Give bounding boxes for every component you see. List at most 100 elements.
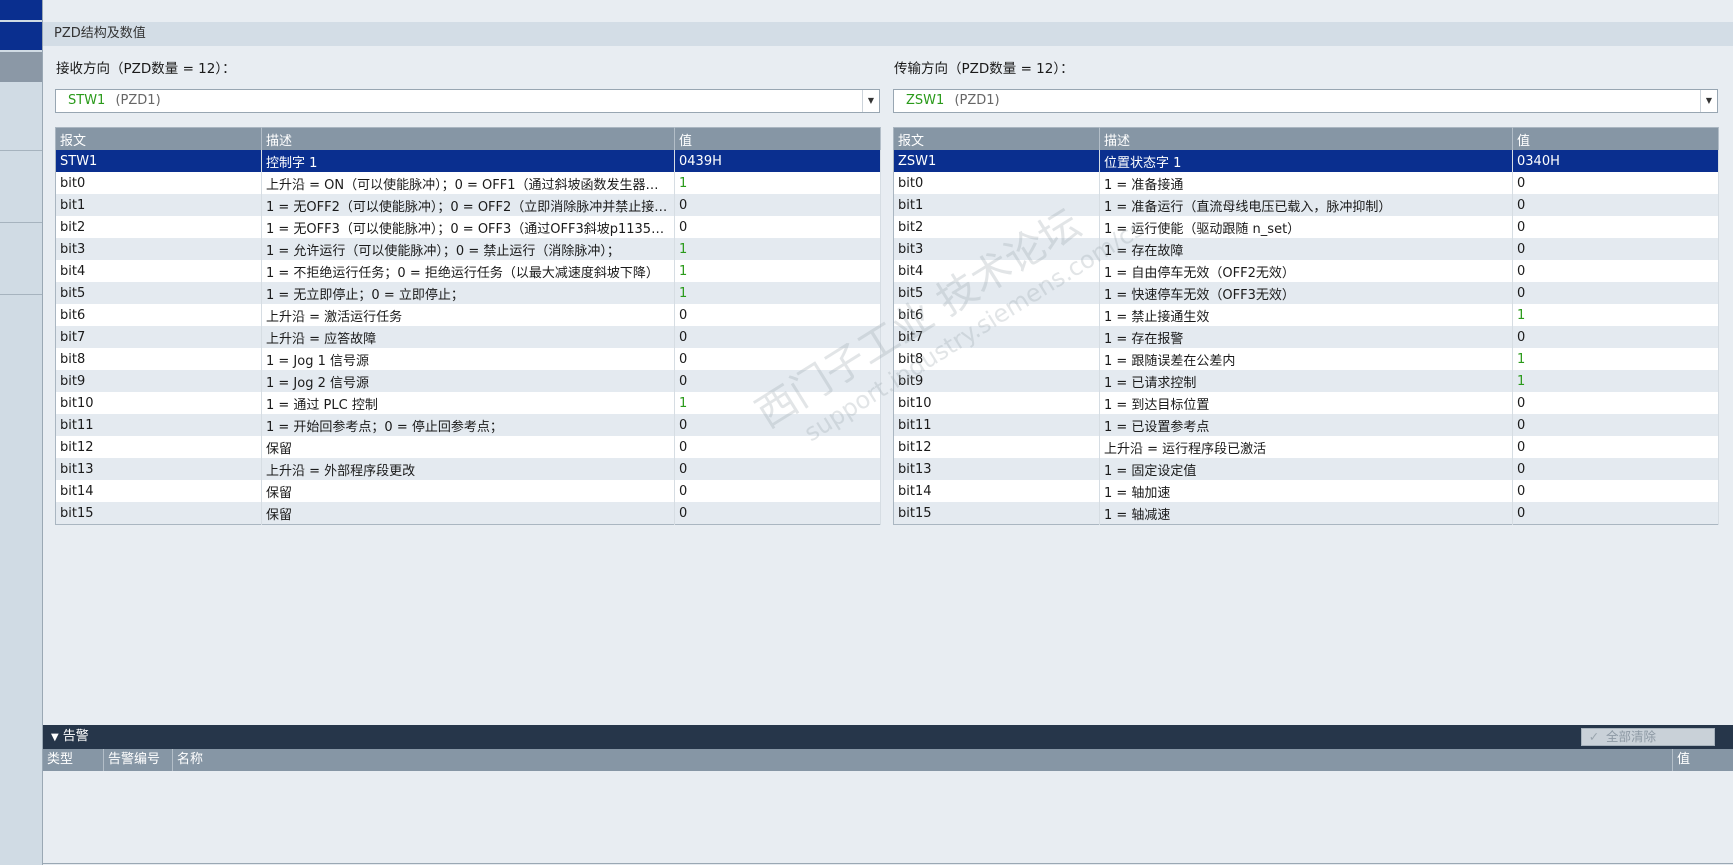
value-cell: 0 (1512, 392, 1719, 414)
collapse-triangle-icon[interactable]: ▼ (51, 732, 59, 743)
table-row[interactable]: bit0 上升沿 = ON（可以使能脉冲）；0 = OFF1（通过斜坡函数发生器制… (55, 172, 881, 194)
rail-divider (0, 150, 42, 151)
value-cell: 1 (674, 238, 881, 260)
telegram-cell: bit10 (55, 392, 262, 414)
table-row[interactable]: bit3 1 = 允许运行（可以使能脉冲）；0 = 禁止运行（消除脉冲）； 1 (55, 238, 881, 260)
column-header-telegram[interactable]: 报文 (893, 127, 1100, 150)
table-row[interactable]: bit8 1 = 跟随误差在公差内 1 (893, 348, 1719, 370)
table-row[interactable]: bit9 1 = Jog 2 信号源 0 (55, 370, 881, 392)
table-row[interactable]: STW1 控制字 1 0439H (55, 150, 881, 172)
receive-telegram-select[interactable]: STW1 (PZD1) ▼ (55, 89, 880, 113)
left-navigation-rail (0, 0, 43, 865)
rail-button-3[interactable] (0, 52, 42, 82)
table-row[interactable]: bit4 1 = 自由停车无效（OFF2无效） 0 (893, 260, 1719, 282)
column-header-description[interactable]: 描述 (261, 127, 675, 150)
table-row[interactable]: bit14 保留 0 (55, 480, 881, 502)
description-cell: 1 = 固定设定值 (1099, 458, 1513, 480)
table-row[interactable]: bit6 上升沿 = 激活运行任务 0 (55, 304, 881, 326)
telegram-cell: bit9 (55, 370, 262, 392)
table-row[interactable]: bit5 1 = 无立即停止；0 = 立即停止； 1 (55, 282, 881, 304)
column-header-description[interactable]: 描述 (1099, 127, 1513, 150)
telegram-cell: bit13 (55, 458, 262, 480)
telegram-cell: bit3 (55, 238, 262, 260)
value-cell: 0 (1512, 436, 1719, 458)
table-row[interactable]: bit6 1 = 禁止接通生效 1 (893, 304, 1719, 326)
telegram-cell: bit8 (55, 348, 262, 370)
pzd-panel: PZD结构及数值 接收方向（PZD数量 = 12）： STW1 (PZD1) ▼… (43, 0, 1733, 725)
table-row[interactable]: bit7 1 = 存在报警 0 (893, 326, 1719, 348)
value-cell: 0 (674, 414, 881, 436)
description-cell: 1 = 准备运行（直流母线电压已载入，脉冲抑制） (1099, 194, 1513, 216)
alarm-column-number[interactable]: 告警编号 (104, 749, 173, 771)
telegram-cell: bit1 (55, 194, 262, 216)
table-row[interactable]: bit3 1 = 存在故障 0 (893, 238, 1719, 260)
description-cell: 1 = 开始回参考点；0 = 停止回参考点； (261, 414, 675, 436)
table-row[interactable]: bit14 1 = 轴加速 0 (893, 480, 1719, 502)
rail-button-2[interactable] (0, 22, 42, 50)
telegram-cell: bit1 (893, 194, 1100, 216)
value-cell: 0 (1512, 480, 1719, 502)
table-row[interactable]: bit7 上升沿 = 应答故障 0 (55, 326, 881, 348)
table-row[interactable]: bit2 1 = 运行使能（驱动跟随 n_set） 0 (893, 216, 1719, 238)
table-row[interactable]: bit8 1 = Jog 1 信号源 0 (55, 348, 881, 370)
table-row[interactable]: bit13 1 = 固定设定值 0 (893, 458, 1719, 480)
description-cell: 1 = 存在故障 (1099, 238, 1513, 260)
value-cell: 0 (1512, 326, 1719, 348)
transmit-telegram-select[interactable]: ZSW1 (PZD1) ▼ (893, 89, 1718, 113)
value-cell: 0 (674, 304, 881, 326)
clear-all-button[interactable]: ✓ 全部清除 (1581, 728, 1715, 746)
telegram-cell: bit9 (893, 370, 1100, 392)
table-row[interactable]: bit12 保留 0 (55, 436, 881, 458)
table-row[interactable]: bit5 1 = 快速停车无效（OFF3无效） 0 (893, 282, 1719, 304)
table-row[interactable]: bit11 1 = 开始回参考点；0 = 停止回参考点； 0 (55, 414, 881, 436)
alarm-column-type[interactable]: 类型 (43, 749, 104, 771)
column-header-value[interactable]: 值 (674, 127, 881, 150)
table-row[interactable]: bit10 1 = 通过 PLC 控制 1 (55, 392, 881, 414)
telegram-cell: bit11 (55, 414, 262, 436)
value-cell: 0 (674, 480, 881, 502)
value-cell: 0 (674, 348, 881, 370)
table-row[interactable]: bit11 1 = 已设置参考点 0 (893, 414, 1719, 436)
table-row[interactable]: ZSW1 位置状态字 1 0340H (893, 150, 1719, 172)
value-cell: 1 (1512, 370, 1719, 392)
value-cell: 0 (1512, 260, 1719, 282)
value-cell: 0 (674, 326, 881, 348)
column-header-value[interactable]: 值 (1512, 127, 1719, 150)
table-row[interactable]: bit15 1 = 轴减速 0 (893, 502, 1719, 525)
telegram-cell: bit3 (893, 238, 1100, 260)
chevron-down-icon[interactable]: ▼ (862, 90, 879, 112)
alarm-column-name[interactable]: 名称 (173, 749, 1673, 771)
telegram-cell: bit4 (55, 260, 262, 282)
telegram-cell: bit15 (893, 502, 1100, 525)
alarm-column-value[interactable]: 值 (1673, 749, 1733, 771)
table-row[interactable]: bit2 1 = 无OFF3（可以使能脉冲）；0 = OFF3（通过OFF3斜坡p… (55, 216, 881, 238)
description-cell: 上升沿 = 应答故障 (261, 326, 675, 348)
alarm-table-header: 类型 告警编号 名称 值 (43, 749, 1733, 771)
table-row[interactable]: bit10 1 = 到达目标位置 0 (893, 392, 1719, 414)
column-header-telegram[interactable]: 报文 (55, 127, 262, 150)
table-row[interactable]: bit4 1 = 不拒绝运行任务；0 = 拒绝运行任务（以最大减速度斜坡下降） 1 (55, 260, 881, 282)
description-cell: 1 = 轴加速 (1099, 480, 1513, 502)
telegram-cell: bit8 (893, 348, 1100, 370)
value-cell: 1 (674, 260, 881, 282)
value-cell: 0 (674, 436, 881, 458)
table-row[interactable]: bit1 1 = 无OFF2（可以使能脉冲）；0 = OFF2（立即消除脉冲并禁止… (55, 194, 881, 216)
description-cell: 1 = 轴减速 (1099, 502, 1513, 525)
telegram-cell: bit11 (893, 414, 1100, 436)
table-row[interactable]: bit13 上升沿 = 外部程序段更改 0 (55, 458, 881, 480)
chevron-down-icon[interactable]: ▼ (1700, 90, 1717, 112)
alarm-panel-header[interactable]: ▼ 告警 ✓ 全部清除 (43, 725, 1733, 749)
rail-button-1[interactable] (0, 0, 42, 20)
telegram-cell: bit14 (893, 480, 1100, 502)
value-cell: 0439H (674, 150, 881, 172)
value-cell: 0340H (1512, 150, 1719, 172)
table-row[interactable]: bit15 保留 0 (55, 502, 881, 525)
telegram-cell: bit0 (55, 172, 262, 194)
table-row[interactable]: bit0 1 = 准备接通 0 (893, 172, 1719, 194)
value-cell: 1 (674, 392, 881, 414)
table-row[interactable]: bit1 1 = 准备运行（直流母线电压已载入，脉冲抑制） 0 (893, 194, 1719, 216)
rail-divider (0, 222, 42, 223)
table-row[interactable]: bit9 1 = 已请求控制 1 (893, 370, 1719, 392)
table-row[interactable]: bit12 上升沿 = 运行程序段已激活 0 (893, 436, 1719, 458)
value-cell: 0 (1512, 458, 1719, 480)
